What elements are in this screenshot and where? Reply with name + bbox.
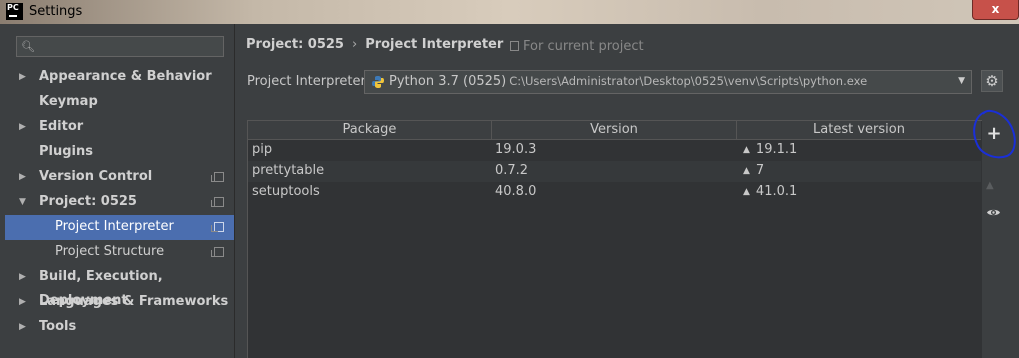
title-bar: PC Settings x xyxy=(0,0,1019,24)
expand-arrow-icon[interactable]: ▶ xyxy=(19,265,26,289)
upgrade-available-icon: ▲ xyxy=(743,166,750,176)
table-header: Package Version Latest version xyxy=(248,121,981,140)
expand-arrow-icon[interactable]: ▶ xyxy=(19,165,26,189)
table-toolbar xyxy=(982,120,1005,358)
sidebar-item-label: Appearance & Behavior xyxy=(39,69,212,84)
project-scope-icon xyxy=(211,172,224,182)
table-row[interactable]: pip 19.0.3 ▲ 19.1.1 xyxy=(248,140,981,161)
upgrade-available-icon: ▲ xyxy=(743,145,750,155)
latest-version-value: 41.0.1 xyxy=(755,184,798,199)
sidebar-item-label: Project: 0525 xyxy=(39,194,137,209)
scope-note: For current project xyxy=(510,39,644,54)
package-version: 19.0.3 xyxy=(495,142,537,157)
search-input[interactable] xyxy=(41,38,225,57)
interpreter-path: C:\Users\Administrator\Desktop\0525\venv… xyxy=(509,74,868,88)
search-box[interactable]: 🔍︎ xyxy=(16,36,225,57)
package-latest: ▲ 41.0.1 xyxy=(743,182,797,202)
interpreter-label: Project Interpreter: xyxy=(247,74,371,89)
project-scope-icon xyxy=(211,197,224,207)
sidebar-item-label: Languages & Frameworks xyxy=(39,294,229,309)
add-package-button[interactable]: + xyxy=(983,124,1005,144)
show-early-releases-button[interactable] xyxy=(986,205,1001,220)
table-row[interactable]: setuptools 40.8.0 ▲ 41.0.1 xyxy=(248,182,981,203)
upgrade-package-button[interactable]: ▲ xyxy=(986,180,994,191)
sidebar-item-label: Editor xyxy=(39,119,84,134)
package-name: setuptools xyxy=(252,184,320,199)
settings-sidebar: 🔍︎ ▶ Appearance & Behavior Keymap ▶ Edit… xyxy=(5,24,234,358)
pycharm-icon: PC xyxy=(6,3,23,20)
sidebar-item-plugins[interactable]: Plugins xyxy=(5,140,234,165)
sidebar-item-appearance-behavior[interactable]: ▶ Appearance & Behavior xyxy=(5,65,234,90)
upgrade-available-icon: ▲ xyxy=(743,187,750,197)
package-latest: ▲ 7 xyxy=(743,161,764,181)
column-header-latest-version[interactable]: Latest version xyxy=(737,121,981,139)
package-version: 40.8.0 xyxy=(495,184,537,199)
upgrade-arrow-icon: ▲ xyxy=(986,180,994,191)
python-icon xyxy=(372,76,384,88)
breadcrumb: Project: 0525 › Project Interpreter xyxy=(246,37,503,52)
chevron-down-icon[interactable]: ▼ xyxy=(958,76,965,86)
table-row[interactable]: prettytable 0.7.2 ▲ 7 xyxy=(248,161,981,182)
project-scope-icon xyxy=(211,222,224,232)
column-header-package[interactable]: Package xyxy=(248,121,492,139)
sidebar-item-label: Keymap xyxy=(39,94,98,109)
latest-version-value: 7 xyxy=(755,163,765,178)
expand-arrow-icon[interactable]: ▶ xyxy=(19,315,26,339)
gear-icon: ⚙ xyxy=(985,72,999,90)
sidebar-item-label: Project Interpreter xyxy=(55,219,174,234)
sidebar-item-label: Version Control xyxy=(39,169,153,184)
package-name: pip xyxy=(252,142,273,157)
packages-table[interactable]: Package Version Latest version pip 19.0.… xyxy=(247,120,982,358)
panel-divider[interactable] xyxy=(234,24,235,358)
project-scope-icon xyxy=(510,41,519,51)
expand-arrow-icon[interactable]: ▶ xyxy=(19,290,26,314)
breadcrumb-page: Project Interpreter xyxy=(365,37,504,52)
interpreter-select[interactable]: Python 3.7 (0525) C:\Users\Administrator\… xyxy=(364,70,972,94)
interpreter-name: Python 3.7 (0525) xyxy=(389,74,507,89)
project-scope-icon xyxy=(211,247,224,257)
package-name: prettytable xyxy=(252,163,325,178)
sidebar-item-tools[interactable]: ▶ Tools xyxy=(5,315,234,340)
sidebar-item-build-execution-deployment[interactable]: ▶ Build, Execution, Deployment xyxy=(5,265,234,308)
plus-icon: + xyxy=(986,123,1002,144)
interpreter-settings-button[interactable]: ⚙ xyxy=(981,70,1003,92)
sidebar-item-editor[interactable]: ▶ Editor xyxy=(5,115,234,140)
right-edge xyxy=(1005,24,1019,358)
sidebar-item-version-control[interactable]: ▶ Version Control xyxy=(5,165,234,190)
package-version: 0.7.2 xyxy=(495,163,529,178)
sidebar-item-label: Tools xyxy=(39,319,77,334)
sidebar-item-languages-frameworks[interactable]: ▶ Languages & Frameworks xyxy=(5,290,234,315)
close-button[interactable]: x xyxy=(972,0,1019,20)
window-title: Settings xyxy=(29,4,83,19)
sidebar-item-label: Project Structure xyxy=(55,244,165,259)
expand-arrow-icon[interactable]: ▶ xyxy=(19,65,26,89)
search-icon: 🔍︎ xyxy=(21,40,35,53)
sidebar-item-label: Plugins xyxy=(39,144,93,159)
sidebar-item-project-structure[interactable]: Project Structure xyxy=(5,240,234,265)
sidebar-item-project[interactable]: ▼ Project: 0525 xyxy=(5,190,234,215)
breadcrumb-project: Project: 0525 xyxy=(246,37,344,52)
expand-arrow-icon[interactable]: ▶ xyxy=(19,115,26,139)
sidebar-item-project-interpreter[interactable]: Project Interpreter xyxy=(5,215,234,240)
scope-label: For current project xyxy=(523,39,644,54)
eye-icon xyxy=(987,209,1000,216)
sidebar-item-keymap[interactable]: Keymap xyxy=(5,90,234,115)
package-latest: ▲ 19.1.1 xyxy=(743,140,797,160)
breadcrumb-separator: › xyxy=(351,37,358,52)
collapse-arrow-icon[interactable]: ▼ xyxy=(19,190,26,214)
latest-version-value: 19.1.1 xyxy=(755,142,798,157)
column-header-version[interactable]: Version xyxy=(492,121,737,139)
